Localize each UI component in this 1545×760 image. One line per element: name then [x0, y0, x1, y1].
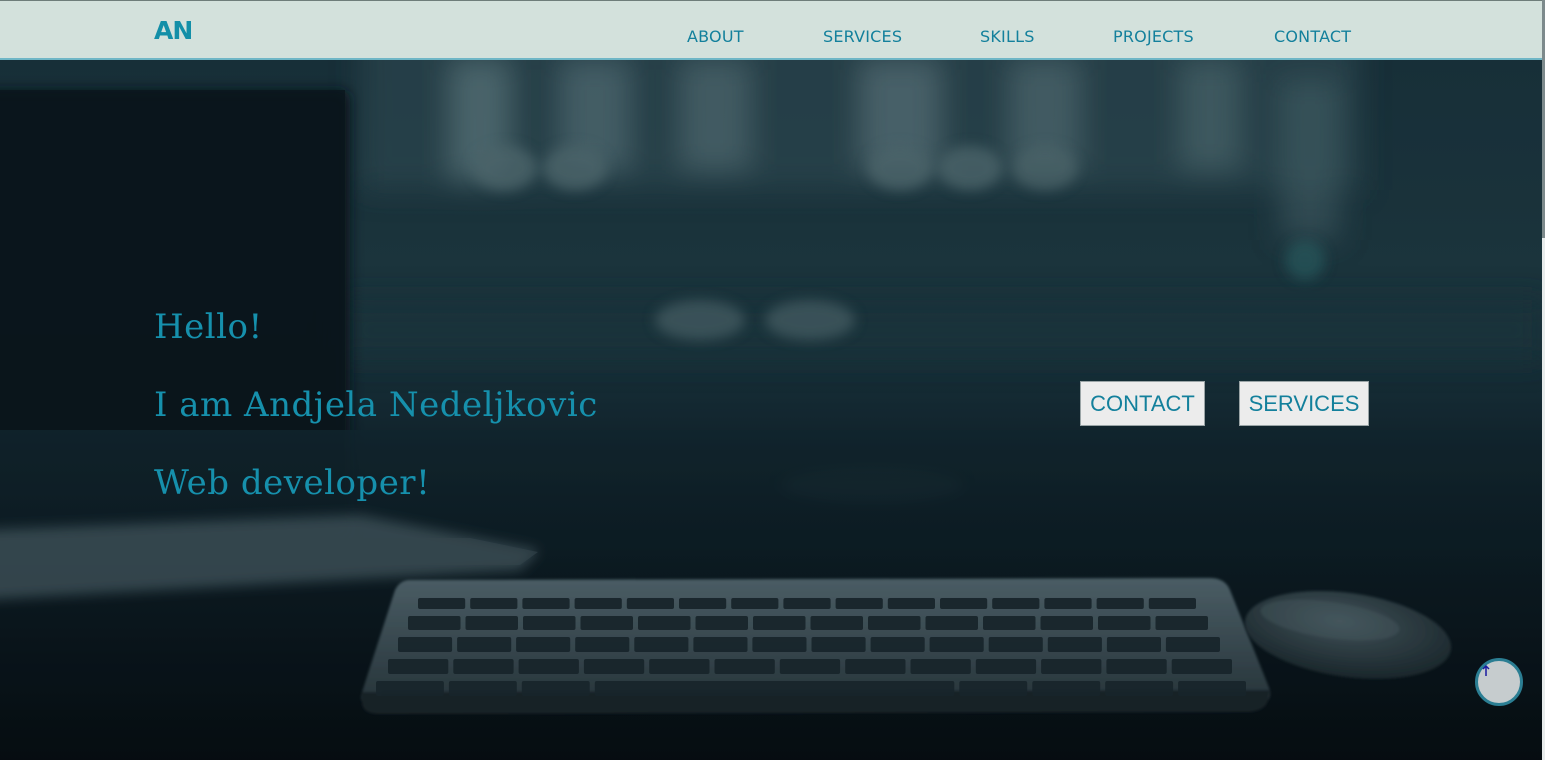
- nav-link-skills[interactable]: SKILLS: [980, 27, 1035, 47]
- portfolio-page: AN ABOUT SERVICES SKILLS PROJECTS CONTAC…: [0, 0, 1545, 760]
- nav-link-contact[interactable]: CONTACT: [1274, 27, 1351, 47]
- nav-link-projects[interactable]: PROJECTS: [1113, 27, 1194, 47]
- top-navbar: AN ABOUT SERVICES SKILLS PROJECTS CONTAC…: [0, 0, 1545, 60]
- hero-services-button[interactable]: SERVICES: [1239, 381, 1369, 426]
- hero-role: Web developer!: [154, 463, 431, 503]
- back-to-top-button[interactable]: [1475, 658, 1523, 706]
- site-logo[interactable]: AN: [154, 15, 193, 47]
- hero-intro: I am Andjela Nedeljkovic: [154, 385, 598, 425]
- hero-contact-button[interactable]: CONTACT: [1080, 381, 1205, 426]
- nav-link-services[interactable]: SERVICES: [823, 27, 902, 47]
- arrow-up-icon: [1482, 664, 1490, 676]
- hero-section: Hello! I am Andjela Nedeljkovic Web deve…: [0, 60, 1545, 760]
- hero-greeting: Hello!: [154, 307, 263, 347]
- nav-link-about[interactable]: ABOUT: [687, 27, 744, 47]
